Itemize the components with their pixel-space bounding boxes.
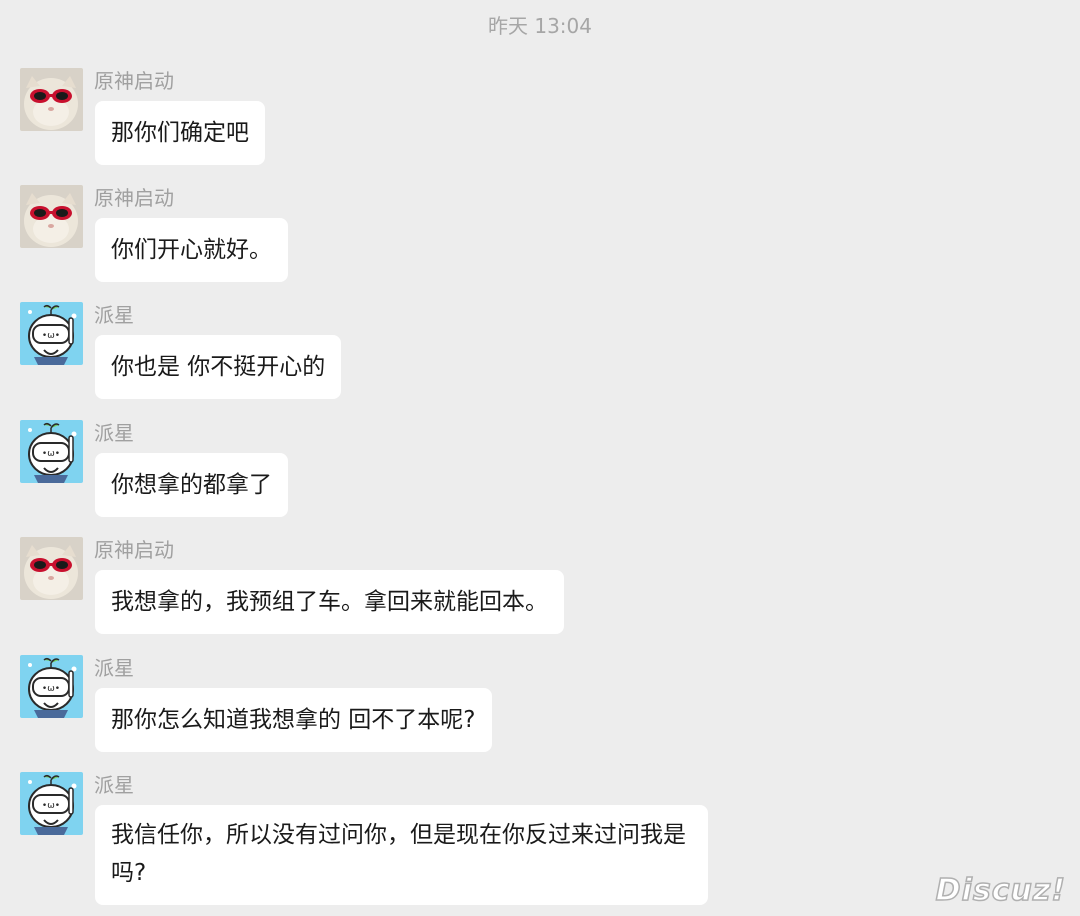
message-bubble[interactable]: 那你怎么知道我想拿的 回不了本呢? bbox=[95, 688, 492, 752]
message-bubble[interactable]: 你们开心就好。 bbox=[95, 218, 288, 282]
sender-name: 派星 bbox=[94, 303, 134, 327]
message-bubble[interactable]: 你也是 你不挺开心的 bbox=[95, 335, 342, 399]
sender-name: 原神启动 bbox=[94, 186, 174, 210]
cartoon-diver-avatar[interactable]: •ω• bbox=[20, 772, 83, 835]
chat-timestamp: 昨天 13:04 bbox=[488, 14, 592, 38]
sender-name: 派星 bbox=[94, 421, 134, 445]
message-bubble[interactable]: 我信任你，所以没有过问你，但是现在你反过来过问我是吗? bbox=[95, 805, 708, 905]
cat-sunglasses-avatar[interactable] bbox=[20, 537, 83, 600]
cartoon-diver-avatar[interactable]: •ω• bbox=[20, 655, 83, 718]
sender-name: 原神启动 bbox=[94, 69, 174, 93]
cartoon-diver-avatar[interactable]: •ω• bbox=[20, 420, 83, 483]
svg-text:•ω•: •ω• bbox=[42, 801, 60, 811]
sender-name: 原神启动 bbox=[94, 538, 174, 562]
message-bubble[interactable]: 那你们确定吧 bbox=[95, 101, 265, 165]
svg-text:•ω•: •ω• bbox=[42, 331, 60, 341]
cartoon-diver-avatar[interactable]: •ω• bbox=[20, 302, 83, 365]
sender-name: 派星 bbox=[94, 773, 134, 797]
sender-name: 派星 bbox=[94, 656, 134, 680]
cat-sunglasses-avatar[interactable] bbox=[20, 185, 83, 248]
message-bubble[interactable]: 你想拿的都拿了 bbox=[95, 453, 288, 517]
svg-text:•ω•: •ω• bbox=[42, 449, 60, 459]
message-bubble[interactable]: 我想拿的，我预组了车。拿回来就能回本。 bbox=[95, 570, 564, 634]
cat-sunglasses-avatar[interactable] bbox=[20, 68, 83, 131]
discuz-watermark: Discuz! bbox=[935, 872, 1066, 909]
svg-text:•ω•: •ω• bbox=[42, 684, 60, 694]
